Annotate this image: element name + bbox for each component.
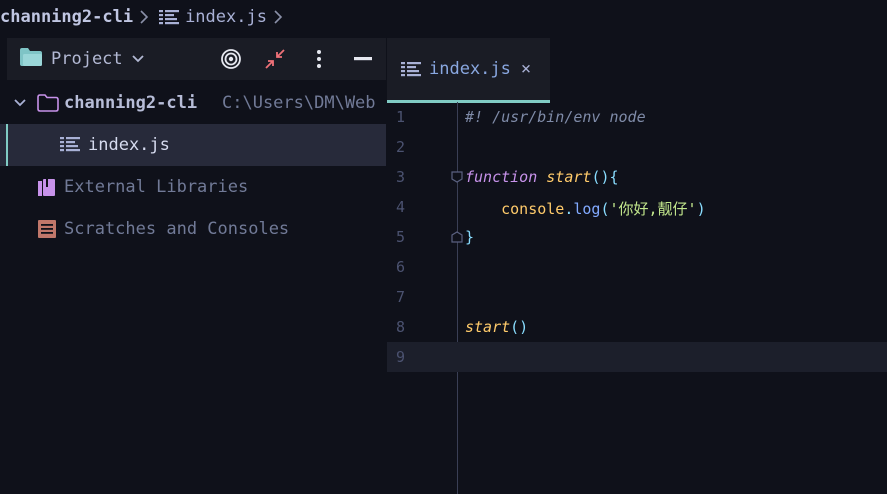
editor-tab-bar: index.js × bbox=[387, 38, 887, 103]
code-token: } bbox=[465, 228, 475, 246]
code-token: start bbox=[465, 318, 511, 336]
code-line[interactable]: 1 #! /usr/bin/env node bbox=[387, 102, 887, 132]
line-number: 5 bbox=[396, 228, 406, 246]
tree-item-index-js[interactable]: index.js bbox=[0, 124, 386, 166]
ide-window: channing2-cli index.js Project channing2… bbox=[0, 0, 887, 494]
close-icon[interactable]: × bbox=[521, 59, 531, 79]
code-token: '你好,靓仔' bbox=[609, 200, 697, 218]
line-number: 9 bbox=[396, 348, 406, 366]
code-text: start() bbox=[465, 318, 528, 336]
code-line[interactable]: 7 bbox=[387, 282, 887, 312]
code-line[interactable]: 9 bbox=[387, 342, 887, 372]
project-panel-title: Project bbox=[51, 49, 123, 69]
project-panel: Project channing2-cli C:\Users\DM\Web in… bbox=[0, 38, 386, 494]
line-number: 2 bbox=[396, 138, 406, 156]
js-file-icon bbox=[401, 61, 421, 77]
code-token: console bbox=[501, 200, 565, 218]
tree-item-label: External Libraries bbox=[64, 177, 249, 197]
code-token: ( bbox=[600, 200, 610, 218]
code-area[interactable]: 1 #! /usr/bin/env node 2 3 function start(){… bbox=[387, 102, 887, 372]
js-file-icon bbox=[60, 136, 80, 157]
code-token: function bbox=[465, 168, 538, 186]
code-token: log bbox=[573, 200, 601, 218]
code-line[interactable]: 2 bbox=[387, 132, 887, 162]
line-number: 1 bbox=[396, 108, 406, 126]
code-text: function start(){ bbox=[465, 168, 619, 186]
tab-label: index.js bbox=[429, 59, 511, 79]
folder-icon bbox=[37, 94, 59, 117]
minimize-icon[interactable] bbox=[352, 48, 374, 70]
tree-item-label: channing2-cli bbox=[64, 93, 198, 113]
code-line[interactable]: 6 bbox=[387, 252, 887, 282]
project-panel-header: Project bbox=[7, 38, 386, 80]
code-line[interactable]: 4 console.log('你好,靓仔') bbox=[387, 192, 887, 222]
target-icon[interactable] bbox=[220, 48, 242, 70]
breadcrumb-project[interactable]: channing2-cli bbox=[0, 7, 133, 27]
tree-item-project-root[interactable]: channing2-cli C:\Users\DM\Web bbox=[0, 82, 386, 124]
line-number: 4 bbox=[396, 198, 406, 216]
chevron-right-icon bbox=[139, 10, 149, 24]
chevron-down-icon bbox=[131, 49, 145, 69]
tree-item-external-libraries[interactable]: External Libraries bbox=[0, 166, 386, 208]
tab-index-js[interactable]: index.js × bbox=[387, 38, 550, 103]
code-text: } bbox=[465, 228, 474, 246]
project-view-selector[interactable]: Project bbox=[19, 47, 145, 72]
collapse-icon[interactable] bbox=[264, 48, 286, 70]
line-number: 7 bbox=[396, 288, 406, 306]
breadcrumb: channing2-cli index.js bbox=[0, 0, 887, 34]
line-number: 6 bbox=[396, 258, 406, 276]
tree-item-path: C:\Users\DM\Web bbox=[222, 93, 376, 113]
scratches-icon bbox=[37, 219, 57, 244]
more-icon[interactable] bbox=[308, 48, 330, 70]
code-token: #! /usr/bin/env node bbox=[465, 108, 646, 126]
library-icon bbox=[37, 177, 57, 202]
project-tree: channing2-cli C:\Users\DM\Web index.js E… bbox=[0, 82, 386, 250]
line-number: 8 bbox=[396, 318, 406, 336]
folder-icon bbox=[19, 47, 43, 72]
code-line[interactable]: 5} bbox=[387, 222, 887, 252]
code-token: start bbox=[546, 168, 592, 186]
code-token: () bbox=[510, 318, 529, 336]
js-file-icon bbox=[159, 9, 180, 25]
chevron-right-icon bbox=[273, 10, 283, 24]
breadcrumb-file[interactable]: index.js bbox=[185, 7, 267, 27]
line-number: 3 bbox=[396, 168, 406, 186]
fold-marker-icon[interactable] bbox=[451, 171, 463, 183]
code-line[interactable]: 3 function start(){ bbox=[387, 162, 887, 192]
chevron-down-icon[interactable] bbox=[13, 95, 27, 115]
code-token: ) bbox=[696, 200, 706, 218]
code-editor: index.js × 1 #! /usr/bin/env node 2 3 functi… bbox=[387, 38, 887, 494]
code-line[interactable]: 8 start() bbox=[387, 312, 887, 342]
fold-marker-icon[interactable] bbox=[451, 231, 463, 243]
code-text: console.log('你好,靓仔') bbox=[465, 198, 706, 219]
tree-item-label: index.js bbox=[88, 135, 170, 155]
tree-item-label: Scratches and Consoles bbox=[64, 219, 290, 239]
tree-item-scratches[interactable]: Scratches and Consoles bbox=[0, 208, 386, 250]
code-token: (){ bbox=[591, 168, 619, 186]
code-text: #! /usr/bin/env node bbox=[465, 108, 646, 126]
